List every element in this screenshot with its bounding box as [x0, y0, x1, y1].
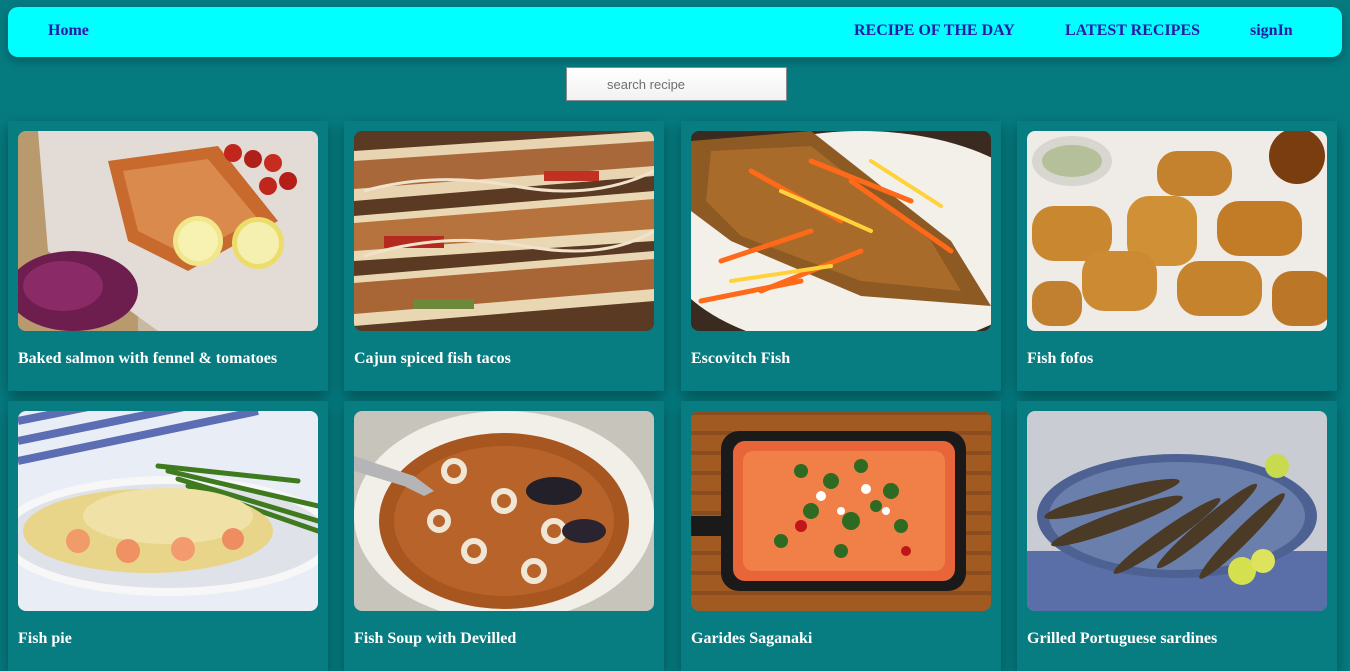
recipe-title[interactable]: Cajun spiced fish tacos — [354, 350, 511, 368]
fish-pie-image[interactable] — [18, 411, 318, 611]
grilled-sardines-image[interactable] — [1027, 411, 1327, 611]
recipe-title[interactable]: Grilled Portuguese sardines — [1027, 630, 1217, 648]
recipe-title[interactable]: Baked salmon with fennel & tomatoes — [18, 350, 277, 368]
fish-tacos-image[interactable] — [354, 131, 654, 331]
nav-sign-in-link[interactable]: signIn — [1250, 22, 1293, 40]
recipe-card[interactable]: Baked salmon with fennel & tomatoes — [8, 121, 328, 391]
garides-saganaki-image[interactable] — [691, 411, 991, 611]
recipe-title[interactable]: Fish fofos — [1027, 350, 1093, 368]
escovitch-fish-image[interactable] — [691, 131, 991, 331]
top-navbar: Home RECIPE OF THE DAY LATEST RECIPES si… — [8, 7, 1342, 57]
fish-soup-image[interactable] — [354, 411, 654, 611]
recipe-title[interactable]: Garides Saganaki — [691, 630, 812, 648]
recipe-title[interactable]: Fish Soup with Devilled — [354, 630, 516, 648]
nav-latest-recipes-link[interactable]: LATEST RECIPES — [1065, 22, 1200, 40]
recipe-card[interactable]: Grilled Portuguese sardines — [1017, 401, 1337, 671]
recipe-card[interactable]: Cajun spiced fish tacos — [344, 121, 664, 391]
search-container — [566, 67, 787, 101]
recipe-title[interactable]: Escovitch Fish — [691, 350, 790, 368]
recipe-card[interactable]: Fish Soup with Devilled — [344, 401, 664, 671]
nav-recipe-of-the-day-link[interactable]: RECIPE OF THE DAY — [854, 22, 1015, 40]
salmon-image[interactable] — [18, 131, 318, 331]
nav-home-link[interactable]: Home — [48, 22, 89, 40]
fish-fofos-image[interactable] — [1027, 131, 1327, 331]
search-input[interactable] — [566, 67, 787, 101]
recipe-card[interactable]: Fish fofos — [1017, 121, 1337, 391]
recipe-title[interactable]: Fish pie — [18, 630, 72, 648]
recipe-card[interactable]: Garides Saganaki — [681, 401, 1001, 671]
recipe-card[interactable]: Fish pie — [8, 401, 328, 671]
recipe-card[interactable]: Escovitch Fish — [681, 121, 1001, 391]
